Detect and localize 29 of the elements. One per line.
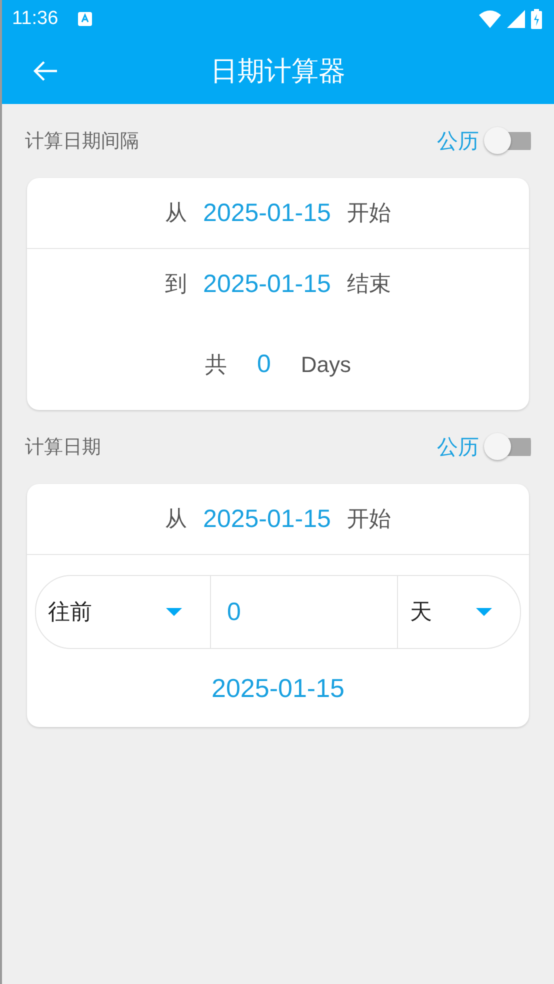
date-value[interactable]: 2025-01-15 bbox=[203, 270, 331, 298]
date-suffix: 开始 bbox=[346, 200, 391, 228]
total-unit: Days bbox=[300, 352, 352, 378]
dropdown-caret-icon bbox=[166, 608, 182, 616]
result-date: 2025-01-15 bbox=[212, 672, 344, 704]
dropdown-caret-icon bbox=[476, 608, 492, 616]
section-title: 计算日期 bbox=[25, 435, 101, 460]
back-arrow-icon bbox=[32, 60, 58, 82]
keyboard-icon bbox=[78, 12, 92, 26]
calendar-label: 公历 bbox=[437, 128, 479, 155]
date-value[interactable]: 2025-01-15 bbox=[203, 504, 331, 534]
status-time: 11:36 bbox=[12, 8, 58, 30]
signal-icon bbox=[507, 10, 525, 28]
date-prefix: 从 bbox=[165, 200, 188, 228]
date-suffix: 结束 bbox=[346, 271, 391, 299]
calendar-label: 公历 bbox=[437, 434, 479, 461]
direction-dropdown[interactable]: 往前 bbox=[36, 576, 211, 648]
wifi-icon bbox=[479, 10, 501, 28]
date-suffix: 开始 bbox=[346, 506, 391, 534]
unit-dropdown[interactable]: 天 bbox=[397, 576, 520, 648]
amount-field[interactable]: 0 bbox=[211, 576, 397, 648]
battery-icon bbox=[531, 8, 542, 28]
date-value[interactable]: 2025-01-15 bbox=[203, 198, 331, 228]
date-prefix: 到 bbox=[165, 271, 188, 299]
section-title: 计算日期间隔 bbox=[25, 129, 139, 154]
app-title: 日期计算器 bbox=[210, 54, 346, 88]
date-prefix: 从 bbox=[165, 506, 188, 534]
total-value: 0 bbox=[256, 350, 271, 379]
total-prefix: 共 bbox=[204, 352, 227, 380]
